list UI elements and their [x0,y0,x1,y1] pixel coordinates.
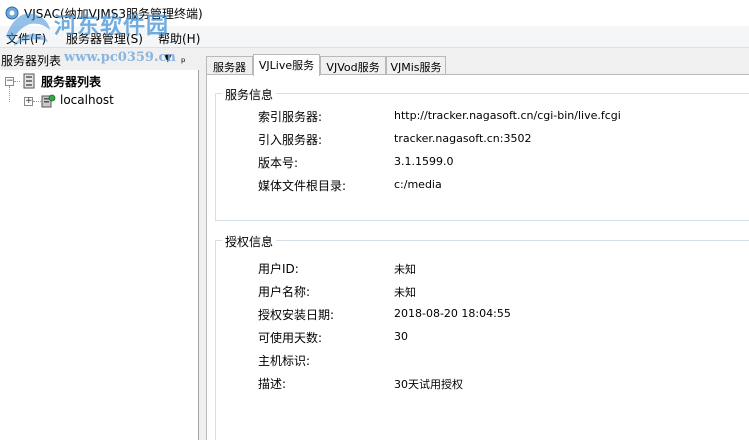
field-value: http://tracker.nagasoft.cn/cgi-bin/live.… [394,109,621,122]
field-value: c:/media [394,178,442,191]
server-node-icon [41,94,56,108]
tab-vjvod[interactable]: VJVod服务 [320,56,386,75]
tree-item-localhost[interactable]: + localhost [0,92,199,110]
tab-content: 服务信息 索引服务器: http://tracker.nagasoft.cn/c… [206,74,749,440]
tab-strip: 服务器 VJLive服务 VJVod服务 VJMis服务 [206,54,746,76]
menu-server-management[interactable]: 服务器管理(S) [66,30,143,47]
field-value: 未知 [394,286,416,299]
field-label: 主机标识: [258,354,311,368]
pin-icon[interactable]: ₚ [181,52,186,65]
field-value: 未知 [394,263,416,276]
expand-icon[interactable]: + [24,97,33,106]
menu-file[interactable]: 文件(F) [6,30,46,47]
server-list-icon [23,73,35,89]
menu-help[interactable]: 帮助(H) [158,30,200,47]
title-bar: VJSAC(纳加VJMS3服务管理终端) [0,0,749,26]
field-label: 版本号: [258,156,299,170]
dropdown-arrow-icon[interactable]: ▼ [164,53,172,64]
field-label: 描述: [258,377,287,391]
collapse-icon[interactable]: − [5,77,14,86]
field-label: 引入服务器: [258,133,323,147]
field-label: 可使用天数: [258,331,323,345]
menu-bar: 文件(F) 服务器管理(S) 帮助(H) [0,26,749,48]
panel-header: 服务器列表 ▼ ₚ [0,50,199,70]
field-label: 媒体文件根目录: [258,179,347,193]
tree-root-label: 服务器列表 [41,75,102,89]
details-panel: 服务器 VJLive服务 VJVod服务 VJMis服务 服务信息 索引服务器:… [202,50,749,440]
tree-item-label: localhost [60,93,114,107]
service-info-group: 服务信息 索引服务器: http://tracker.nagasoft.cn/c… [215,86,749,221]
field-label: 用户名称: [258,285,311,299]
tab-vjmis[interactable]: VJMis服务 [386,56,446,75]
field-value: 3.1.1599.0 [394,155,454,168]
app-icon [5,6,19,20]
server-list-panel: 服务器列表 ▼ ₚ − 服务器列表 + localhost [0,50,199,440]
group-title: 授权信息 [222,233,277,250]
field-value: 2018-08-20 18:04:55 [394,307,511,320]
panel-title: 服务器列表 [1,54,62,68]
field-value: 30 [394,330,408,343]
field-value: tracker.nagasoft.cn:3502 [394,132,532,145]
window-title: VJSAC(纳加VJMS3服务管理终端) [24,7,203,21]
tree-root[interactable]: − 服务器列表 [0,72,199,90]
field-label: 用户ID: [258,262,299,276]
field-label: 索引服务器: [258,110,323,124]
group-title: 服务信息 [222,86,277,103]
license-info-group: 授权信息 用户ID: 未知 用户名称: 未知 授权安装日期: 2018-08-2… [215,233,749,440]
field-value: 30天试用授权 [394,378,463,391]
tab-server[interactable]: 服务器 [206,56,253,75]
field-label: 授权安装日期: [258,308,335,322]
tab-vjlive[interactable]: VJLive服务 [253,54,320,76]
